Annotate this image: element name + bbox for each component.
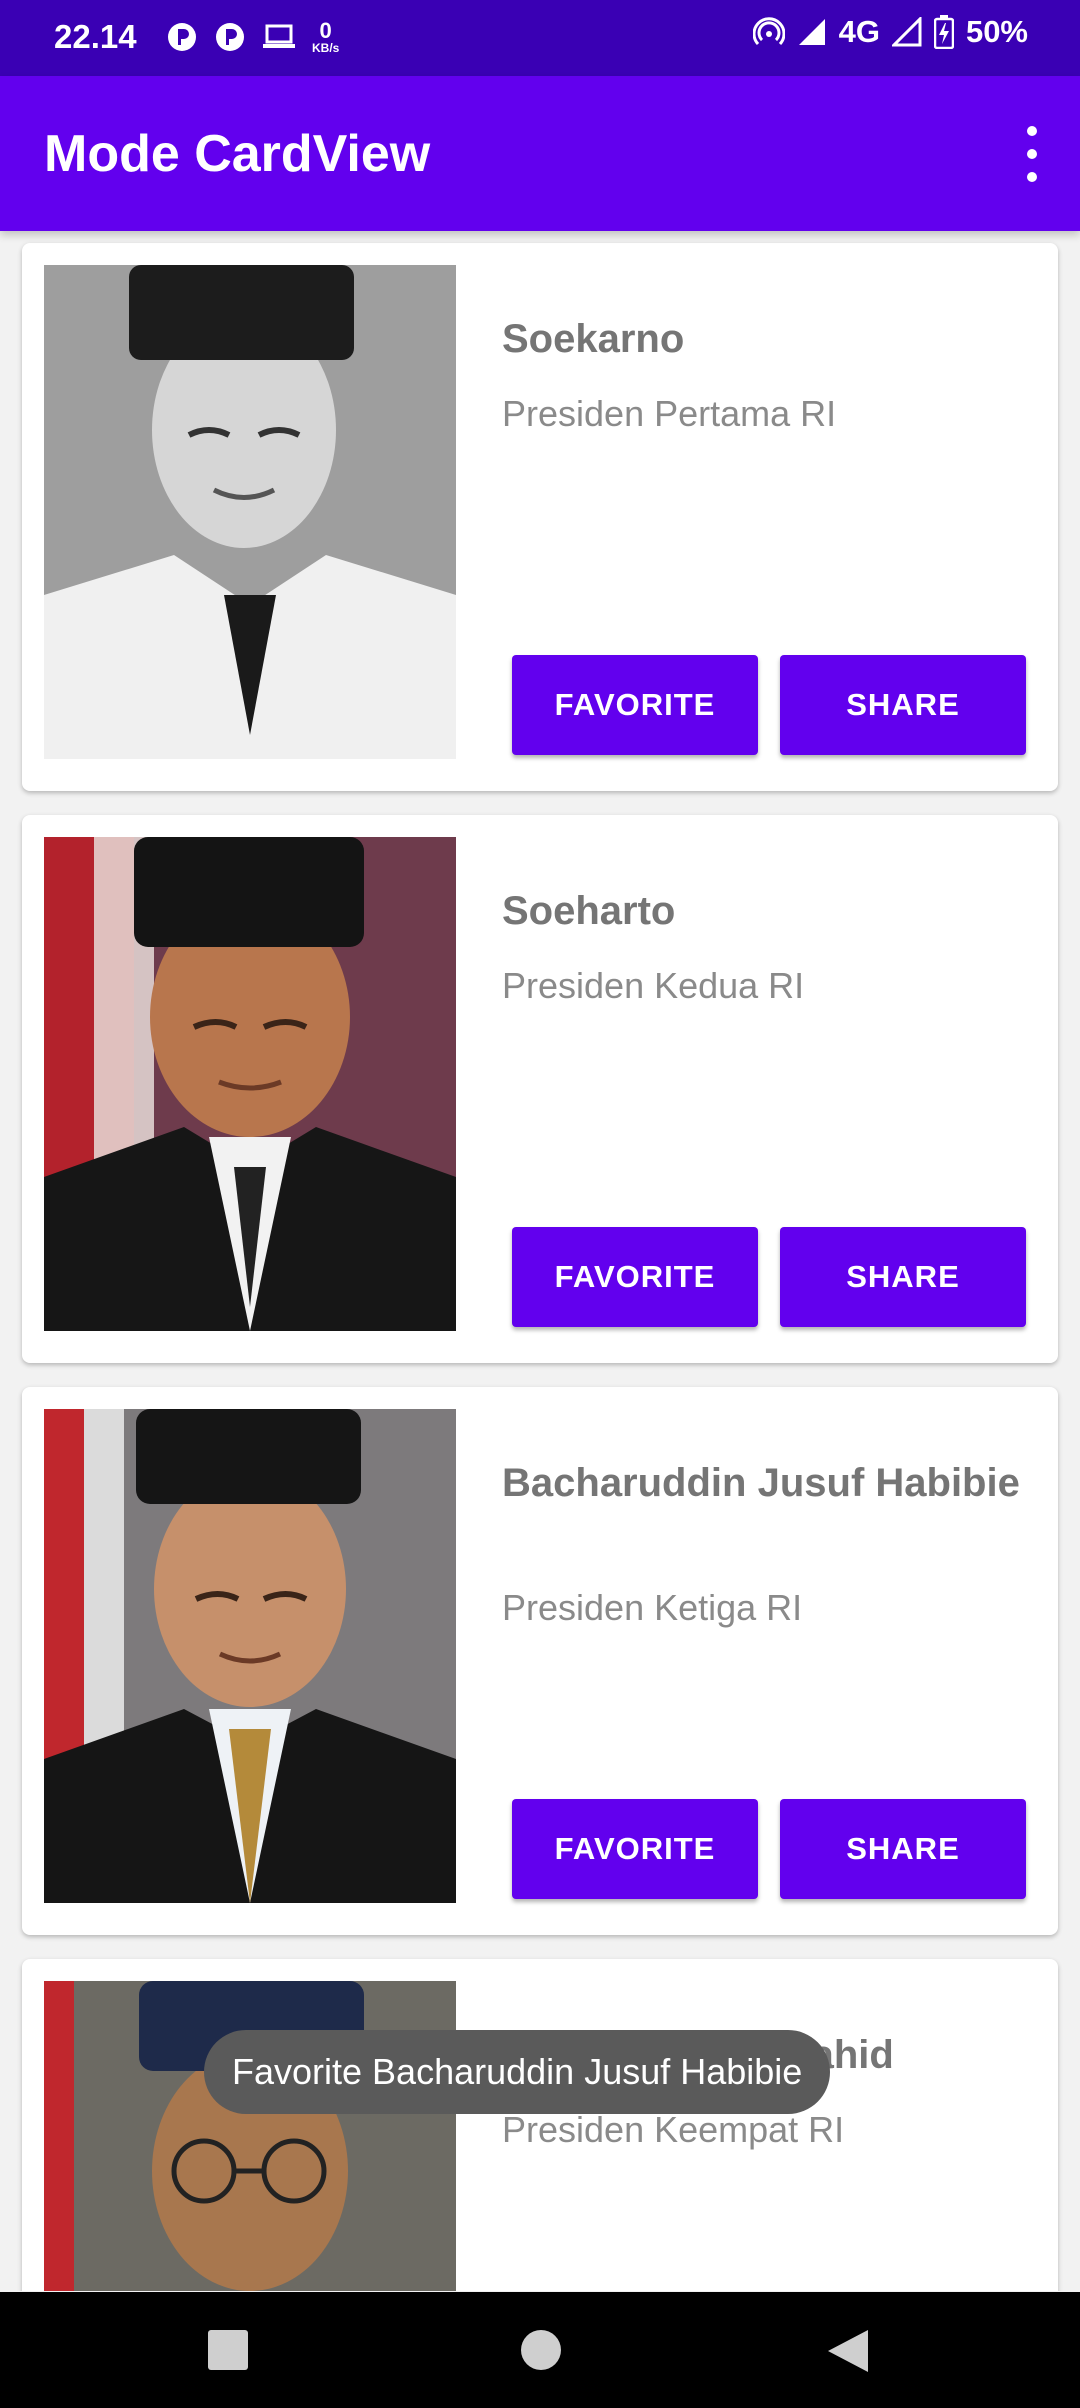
more-vert-icon[interactable] bbox=[1008, 126, 1056, 182]
app-bar: Mode CardView bbox=[0, 76, 1080, 231]
network-type: 4G bbox=[838, 14, 880, 49]
battery-percent: 50% bbox=[965, 14, 1028, 49]
president-name: Bacharuddin Jusuf Habibie bbox=[502, 1461, 1020, 1505]
president-description: Presiden Keempat RI bbox=[502, 2109, 845, 2150]
speed-value: 0 bbox=[319, 18, 332, 43]
share-button[interactable]: SHARE bbox=[780, 655, 1026, 755]
signal-icon bbox=[798, 19, 825, 45]
navigation-bar bbox=[0, 2292, 1080, 2408]
toast-message: Favorite Bacharuddin Jusuf Habibie bbox=[204, 2030, 831, 2114]
president-photo bbox=[44, 265, 456, 759]
app-notification-icon bbox=[168, 23, 196, 51]
app-title: Mode CardView bbox=[44, 125, 431, 183]
recents-button[interactable] bbox=[208, 2330, 248, 2370]
president-description: Presiden Kedua RI bbox=[502, 965, 805, 1006]
battery-icon bbox=[933, 15, 954, 49]
president-description: Presiden Ketiga RI bbox=[502, 1587, 803, 1628]
president-photo bbox=[44, 1409, 456, 1903]
president-description: Presiden Pertama RI bbox=[502, 393, 837, 434]
president-name: Soekarno bbox=[502, 317, 685, 361]
president-list[interactable]: Soekarno Presiden Pertama RI FAVORITE SH… bbox=[0, 231, 1080, 2291]
president-photo bbox=[44, 837, 456, 1331]
status-time: 22.14 bbox=[54, 18, 137, 55]
president-card: Soekarno Presiden Pertama RI FAVORITE SH… bbox=[22, 243, 1058, 791]
favorite-button[interactable]: FAVORITE bbox=[512, 1227, 758, 1327]
status-right: 4G 50% bbox=[752, 14, 1028, 50]
laptop-icon bbox=[263, 24, 295, 48]
president-card: Soeharto Presiden Kedua RI FAVORITE SHAR… bbox=[22, 815, 1058, 1363]
network-speed: 0 KB/s bbox=[312, 18, 340, 55]
speed-unit: KB/s bbox=[312, 41, 340, 55]
status-bar: 22.14 0 KB/s 4G 50% bbox=[0, 0, 1080, 76]
home-button[interactable] bbox=[521, 2330, 561, 2370]
president-card: Abdurrahman Wahid Presiden Keempat RI bbox=[22, 1959, 1058, 2291]
signal-icon-secondary bbox=[891, 17, 922, 47]
hotspot-icon bbox=[752, 17, 785, 46]
app-notification-icon bbox=[216, 23, 244, 51]
favorite-button[interactable]: FAVORITE bbox=[512, 655, 758, 755]
share-button[interactable]: SHARE bbox=[780, 1227, 1026, 1327]
notification-icons: 0 KB/s bbox=[166, 20, 339, 54]
back-button[interactable] bbox=[826, 2328, 870, 2374]
president-name: Soeharto bbox=[502, 889, 676, 933]
favorite-button[interactable]: FAVORITE bbox=[512, 1799, 758, 1899]
president-card: Bacharuddin Jusuf Habibie Presiden Ketig… bbox=[22, 1387, 1058, 1935]
president-photo bbox=[44, 1981, 456, 2291]
share-button[interactable]: SHARE bbox=[780, 1799, 1026, 1899]
